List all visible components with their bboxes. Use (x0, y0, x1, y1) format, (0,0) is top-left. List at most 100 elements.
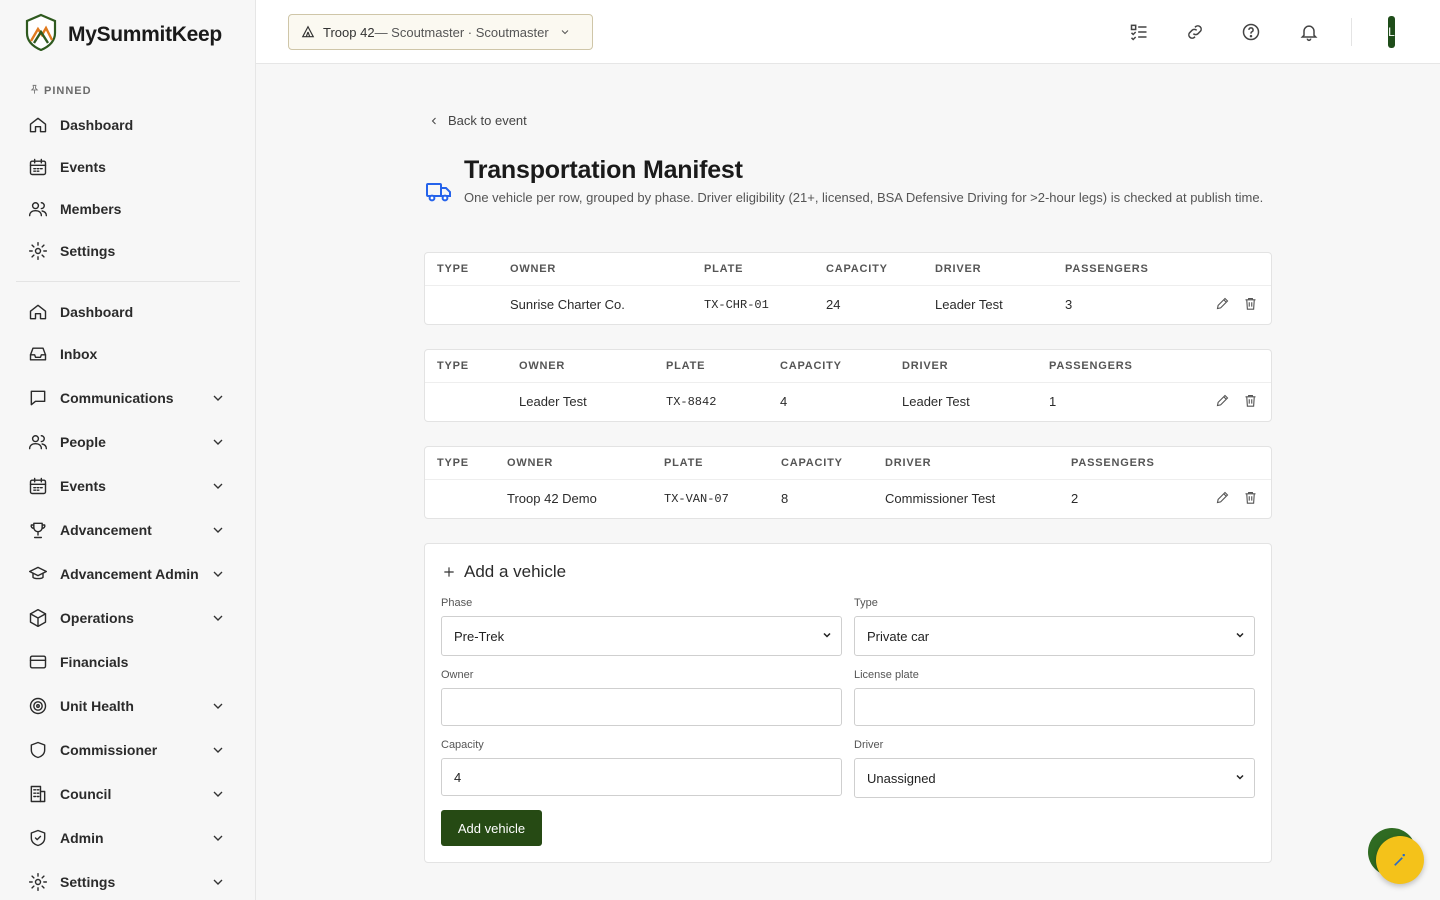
license-plate-input[interactable] (854, 688, 1255, 726)
shield-check-icon (28, 828, 48, 848)
chevron-down-icon[interactable] (210, 698, 226, 714)
column-header: CAPACITY (781, 457, 843, 469)
cell-driver: Leader Test (902, 394, 970, 409)
chevron-down-icon[interactable] (210, 610, 226, 626)
trash-icon[interactable] (1241, 488, 1259, 506)
edit-icon[interactable] (1213, 391, 1231, 409)
topbar-divider (1351, 18, 1352, 46)
sidebar-item-dashboard[interactable]: Dashboard (16, 294, 240, 330)
type-select[interactable]: Private car (854, 616, 1255, 656)
chevron-down-icon[interactable] (210, 478, 226, 494)
nav-label: Dashboard (60, 304, 134, 320)
box-icon (28, 608, 48, 628)
troop-role: — Scoutmaster · Scoutmaster (374, 24, 549, 40)
pinned-label-text: PINNED (44, 85, 92, 97)
trash-icon[interactable] (1241, 391, 1259, 409)
chat-icon (28, 388, 48, 408)
chevron-down-icon[interactable] (210, 434, 226, 450)
chevron-down-icon[interactable] (210, 566, 226, 582)
sidebar-item-council[interactable]: Council (16, 776, 240, 812)
main-content: Back to event Transportation Manifest On… (256, 65, 1440, 900)
sidebar-item-inbox[interactable]: Inbox (16, 336, 240, 372)
pin-icon (29, 84, 40, 98)
sidebar-item-advancement-admin[interactable]: Advancement Admin (16, 556, 240, 592)
sidebar-item-people[interactable]: People (16, 424, 240, 460)
users-icon (28, 199, 48, 219)
cell-plate: TX-CHR-01 (704, 298, 769, 312)
help-icon[interactable] (1239, 20, 1263, 44)
chevron-down-icon[interactable] (210, 742, 226, 758)
column-header: CAPACITY (780, 360, 842, 372)
column-header: DRIVER (902, 360, 949, 372)
chevron-down-icon (1234, 771, 1246, 786)
nav-label: Advancement Admin (60, 566, 199, 582)
calendar-icon (28, 476, 48, 496)
back-to-event-link[interactable]: Back to event (428, 113, 527, 128)
shield-icon (28, 740, 48, 760)
phase-label: Phase (441, 597, 473, 609)
column-header: PASSENGERS (1049, 360, 1133, 372)
cell-plate: TX-8842 (666, 395, 717, 409)
cell-owner: Leader Test (519, 394, 587, 409)
nav-label: Financials (60, 654, 129, 670)
checklist-icon[interactable] (1127, 20, 1151, 44)
chevron-down-icon[interactable] (210, 830, 226, 846)
brand[interactable]: MySummitKeep (24, 13, 222, 56)
pinned-item-dashboard[interactable]: Dashboard (16, 107, 240, 143)
column-header: TYPE (437, 360, 469, 372)
pinned-item-settings[interactable]: Settings (16, 233, 240, 269)
column-header: OWNER (519, 360, 566, 372)
campfire-icon (301, 25, 315, 39)
owner-input[interactable] (441, 688, 842, 726)
troop-name: Troop 42 (323, 24, 375, 40)
sidebar-item-operations[interactable]: Operations (16, 600, 240, 636)
back-label: Back to event (448, 113, 527, 128)
sidebar-item-communications[interactable]: Communications (16, 380, 240, 416)
edit-icon[interactable] (1213, 488, 1231, 506)
driver-select[interactable]: Unassigned (854, 758, 1255, 798)
trash-icon[interactable] (1241, 294, 1259, 312)
page-subtitle: One vehicle per row, grouped by phase. D… (464, 190, 1264, 205)
nav-label: Admin (60, 830, 104, 846)
nav-label: Advancement (60, 522, 152, 538)
building-icon (28, 784, 48, 804)
sidebar-item-financials[interactable]: Financials (16, 644, 240, 680)
bell-icon[interactable] (1297, 20, 1321, 44)
phase-select[interactable]: Pre-Trek (441, 616, 842, 656)
column-header: PLATE (664, 457, 704, 469)
add-vehicle-heading: Add a vehicle (442, 562, 566, 582)
sidebar-item-events[interactable]: Events (16, 468, 240, 504)
chevron-down-icon (1234, 629, 1246, 644)
assistant-fab[interactable] (1376, 836, 1424, 884)
avatar[interactable]: L (1388, 16, 1395, 48)
cell-capacity: 4 (780, 394, 788, 409)
troop-selector[interactable]: Troop 42 — Scoutmaster · Scoutmaster (288, 14, 593, 50)
sidebar-item-commissioner[interactable]: Commissioner (16, 732, 240, 768)
edit-icon[interactable] (1213, 294, 1231, 312)
sidebar-item-advancement[interactable]: Advancement (16, 512, 240, 548)
owner-label: Owner (441, 669, 474, 681)
chevron-down-icon[interactable] (210, 786, 226, 802)
chevron-down-icon[interactable] (210, 522, 226, 538)
pinned-item-members[interactable]: Members (16, 191, 240, 227)
link-icon[interactable] (1183, 20, 1207, 44)
cell-capacity: 24 (826, 297, 841, 312)
sidebar-item-unit-health[interactable]: Unit Health (16, 688, 240, 724)
sidebar-item-admin[interactable]: Admin (16, 820, 240, 856)
column-header: TYPE (437, 263, 469, 275)
column-header: DRIVER (935, 263, 982, 275)
sidebar-item-settings[interactable]: Settings (16, 864, 240, 900)
pinned-item-events[interactable]: Events (16, 149, 240, 185)
add-vehicle-button[interactable]: Add vehicle (441, 810, 542, 846)
chevron-down-icon[interactable] (210, 874, 226, 890)
chevron-down-icon[interactable] (210, 390, 226, 406)
plate-label: License plate (854, 669, 919, 681)
phase-value: Pre-Trek (454, 628, 505, 644)
capacity-input[interactable]: 4 (441, 758, 842, 796)
cell-capacity: 8 (781, 491, 789, 506)
nav-label: Settings (60, 243, 116, 259)
vehicle-phase-table: TYPE OWNER PLATE CAPACITY DRIVER PASSENGERS Su… (424, 252, 1272, 325)
add-vehicle-form: Add a vehicle Phase Pre-Trek Type Privat… (424, 543, 1272, 863)
users-icon (28, 432, 48, 452)
credit-card-icon (28, 652, 48, 672)
